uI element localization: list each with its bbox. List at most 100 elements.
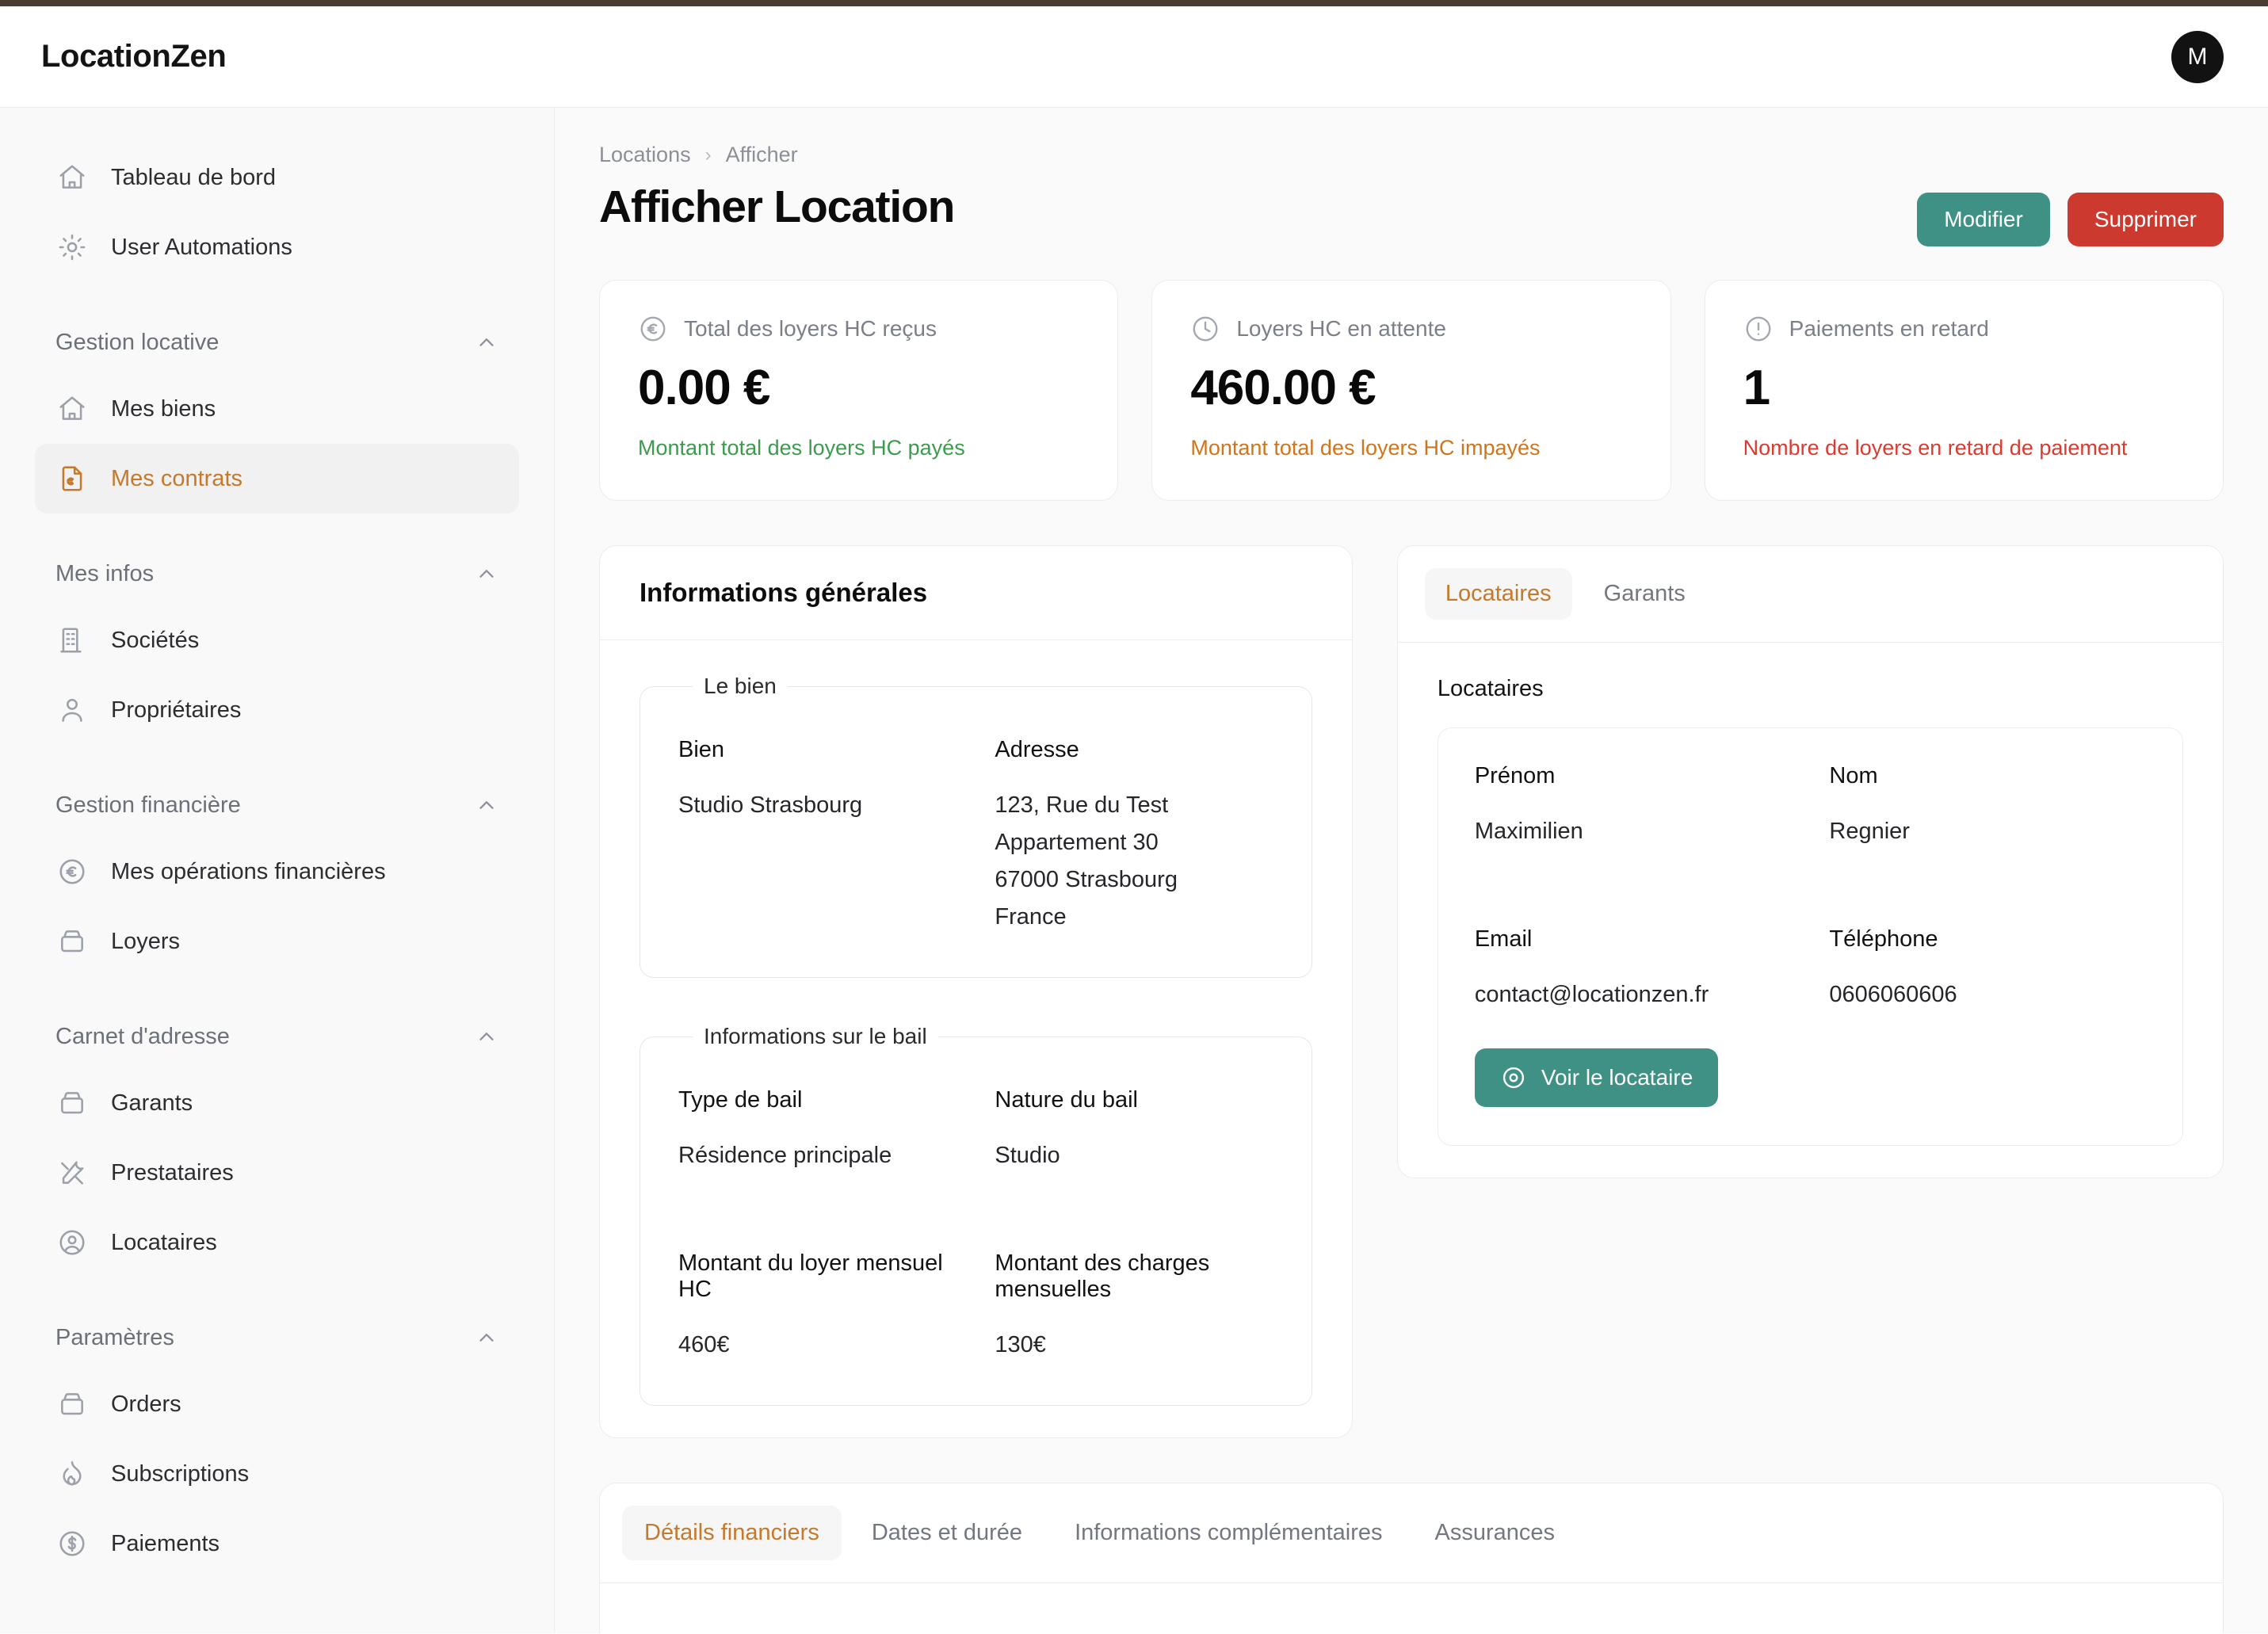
sidebar-group-header[interactable]: Carnet d'adresse [35, 1013, 519, 1060]
sidebar-group-gestion-financiere: Gestion financière Mes opérations financ… [35, 781, 519, 976]
sidebar-item-subscriptions[interactable]: Subscriptions [35, 1439, 519, 1509]
building-icon [55, 624, 89, 657]
stat-card-value: 460.00 € [1190, 361, 1376, 415]
sidebar-group-header[interactable]: Gestion financière [35, 781, 519, 829]
tab-informations-complementaires[interactable]: Informations complémentaires [1052, 1506, 1404, 1560]
sidebar-item-label: Mes contrats [111, 465, 242, 491]
sidebar-item-proprietaires[interactable]: Propriétaires [35, 675, 519, 745]
stat-cards: Total des loyers HC reçus 0.00 € Montant… [599, 280, 2224, 502]
box-icon [55, 1388, 89, 1421]
home-icon [55, 392, 89, 426]
page-actions: Modifier Supprimer [1917, 181, 2224, 246]
sidebar-item-label: Locataires [111, 1229, 217, 1255]
user-circle-icon [55, 1226, 89, 1259]
field-label: Type de bail [678, 1087, 803, 1113]
sidebar-item-tableau-de-bord[interactable]: Tableau de bord [35, 143, 519, 212]
field-label: Nom [1829, 763, 1878, 789]
sidebar-item-label: Propriétaires [111, 697, 242, 723]
tab-locataires[interactable]: Locataires [1424, 568, 1572, 620]
fieldset-informations-sur-le-bail: Informations sur le bail Type de bail Ré… [640, 1024, 1312, 1406]
sidebar-group-header[interactable]: Gestion locative [35, 319, 519, 366]
field-label: Bien [678, 737, 725, 763]
chevron-up-icon [475, 793, 498, 817]
main-content: Locations › Afficher Afficher Location M… [555, 108, 2268, 1633]
sidebar-item-societes[interactable]: Sociétés [35, 605, 519, 675]
fieldset-legend: Informations sur le bail [704, 1024, 927, 1049]
tab-assurances[interactable]: Assurances [1413, 1506, 1578, 1560]
sidebar-item-mes-operations-financieres[interactable]: Mes opérations financières [35, 837, 519, 907]
field-label: Montant des charges mensuelles [995, 1250, 1210, 1303]
field-value: Maximilien [1474, 819, 1583, 845]
sidebar-item-label: Paiements [111, 1530, 220, 1556]
chevron-up-icon [475, 330, 498, 354]
box-icon [55, 925, 89, 958]
field-value: contact@locationzen.fr [1474, 982, 1709, 1008]
panels-row: Informations générales Le bien Bien Stud… [599, 545, 2224, 1438]
box-icon [55, 1086, 89, 1120]
tools-icon [55, 1156, 89, 1189]
sidebar-group-title: Paramètres [55, 1324, 174, 1350]
panel-header: Informations générales [600, 546, 1352, 641]
sidebar-item-label: Orders [111, 1391, 181, 1417]
field-grid: Bien Studio Strasbourg Adresse 123, Rue … [678, 737, 1273, 936]
top-bar: LocationZen M [0, 6, 2268, 108]
details-tabstrip: Détails financiers Dates et durée Inform… [600, 1483, 2223, 1583]
sidebar-group-title: Gestion locative [55, 329, 220, 355]
sidebar-group-header[interactable]: Mes infos [35, 550, 519, 597]
field-nom: Nom Regnier [1829, 763, 2146, 850]
sidebar-item-garants[interactable]: Garants [35, 1068, 519, 1138]
tab-dates-et-duree[interactable]: Dates et durée [850, 1506, 1044, 1560]
sidebar-item-label: User Automations [111, 234, 292, 260]
sidebar-item-loyers[interactable]: Loyers [35, 907, 519, 976]
sidebar-item-locataires[interactable]: Locataires [35, 1208, 519, 1277]
sidebar-item-label: Prestataires [111, 1159, 234, 1185]
chevron-up-icon [475, 1025, 498, 1048]
sidebar-item-label: Tableau de bord [111, 164, 276, 190]
sidebar: Tableau de bord User Automations Gestion… [0, 108, 555, 1633]
stat-card-value: 0.00 € [638, 361, 770, 415]
app-brand[interactable]: LocationZen [41, 39, 227, 74]
field-label: Adresse [995, 737, 1079, 763]
breadcrumb-parent[interactable]: Locations [599, 143, 691, 167]
stat-card-note: Montant total des loyers HC payés [638, 436, 965, 460]
sidebar-item-label: Garants [111, 1090, 193, 1116]
sidebar-group-items: Orders Subscriptions Paiements [35, 1369, 519, 1579]
delete-button[interactable]: Supprimer [2067, 193, 2224, 246]
page-title: Afficher Location [599, 181, 955, 232]
field-value: Regnier [1829, 819, 1910, 845]
stat-card-paiements-en-retard: Paiements en retard 1 Nombre de loyers e… [1704, 280, 2224, 502]
euro-circle-icon [55, 855, 89, 888]
sidebar-item-mes-biens[interactable]: Mes biens [35, 374, 519, 444]
sidebar-group-header[interactable]: Paramètres [35, 1314, 519, 1361]
field-bien: Bien Studio Strasbourg [678, 737, 956, 936]
view-tenant-button[interactable]: Voir le locataire [1474, 1048, 1719, 1108]
field-value: 0606060606 [1829, 982, 1957, 1008]
field-label: Nature du bail [995, 1087, 1138, 1113]
stat-card-header: Paiements en retard [1743, 314, 2185, 344]
breadcrumb-separator-icon: › [704, 143, 712, 166]
field-value: Résidence principale [678, 1143, 892, 1169]
dollar-circle-icon [55, 1527, 89, 1560]
stat-card-total-loyers-recus: Total des loyers HC reçus 0.00 € Montant… [599, 280, 1119, 502]
avatar[interactable]: M [2171, 30, 2224, 83]
field-value: 460€ [678, 1332, 730, 1358]
user-icon [55, 693, 89, 727]
stat-card-note: Nombre de loyers en retard de paiement [1743, 436, 2128, 460]
sidebar-group-gestion-locative: Gestion locative Mes biens Mes contrats [35, 319, 519, 513]
sidebar-item-orders[interactable]: Orders [35, 1369, 519, 1439]
field-email: Email contact@locationzen.fr [1475, 926, 1792, 1014]
sidebar-item-user-automations[interactable]: User Automations [35, 212, 519, 282]
sidebar-item-mes-contrats[interactable]: Mes contrats [35, 444, 519, 513]
field-montant-charges-mensuelles: Montant des charges mensuelles 130€ [995, 1250, 1273, 1364]
tab-garants[interactable]: Garants [1583, 568, 1706, 620]
home-icon [55, 161, 89, 194]
people-panel: Locataires Garants Locataires Prénom Max… [1396, 545, 2224, 1179]
sidebar-item-paiements[interactable]: Paiements [35, 1509, 519, 1579]
people-panel-body: Locataires Prénom Maximilien Nom Regnier [1398, 643, 2223, 1178]
sidebar-item-prestataires[interactable]: Prestataires [35, 1138, 519, 1208]
field-value: 130€ [995, 1332, 1046, 1358]
tab-details-financiers[interactable]: Détails financiers [622, 1506, 842, 1560]
stat-card-label: Loyers HC en attente [1236, 316, 1446, 341]
edit-button[interactable]: Modifier [1917, 193, 2050, 246]
tenant-field-grid: Prénom Maximilien Nom Regnier Email cont… [1475, 763, 2146, 1014]
